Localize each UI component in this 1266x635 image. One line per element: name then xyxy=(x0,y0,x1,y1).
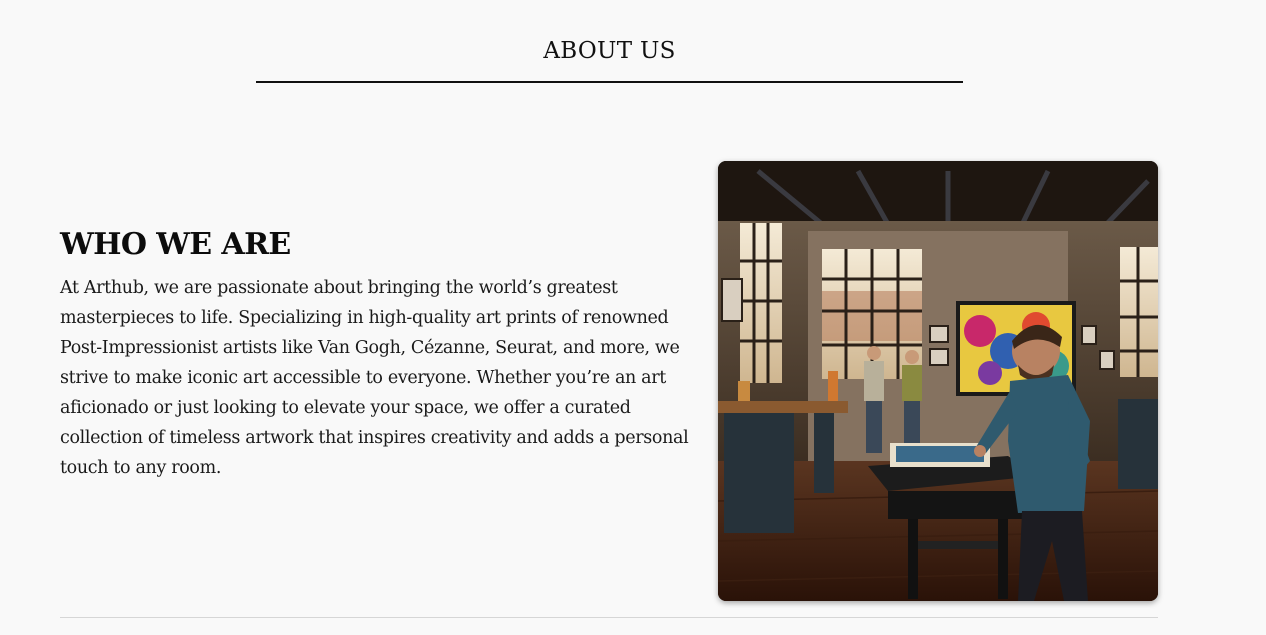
background-person-1 xyxy=(864,346,884,453)
section-divider xyxy=(60,617,1158,618)
ceiling xyxy=(718,161,1158,231)
page-title: ABOUT US xyxy=(543,38,676,64)
studio-illustration xyxy=(718,161,1158,601)
right-workbench xyxy=(1118,399,1158,489)
section-body: At Arthub, we are passionate about bring… xyxy=(60,278,689,478)
background-person-2 xyxy=(902,350,922,451)
left-window xyxy=(740,223,782,383)
studio-photo xyxy=(718,161,1158,601)
right-window xyxy=(1120,247,1158,377)
about-section: WHO WE ARE At Arthub, we are passionate … xyxy=(60,225,690,483)
section-heading: WHO WE ARE xyxy=(60,227,291,262)
page-header: ABOUT US xyxy=(256,28,963,83)
